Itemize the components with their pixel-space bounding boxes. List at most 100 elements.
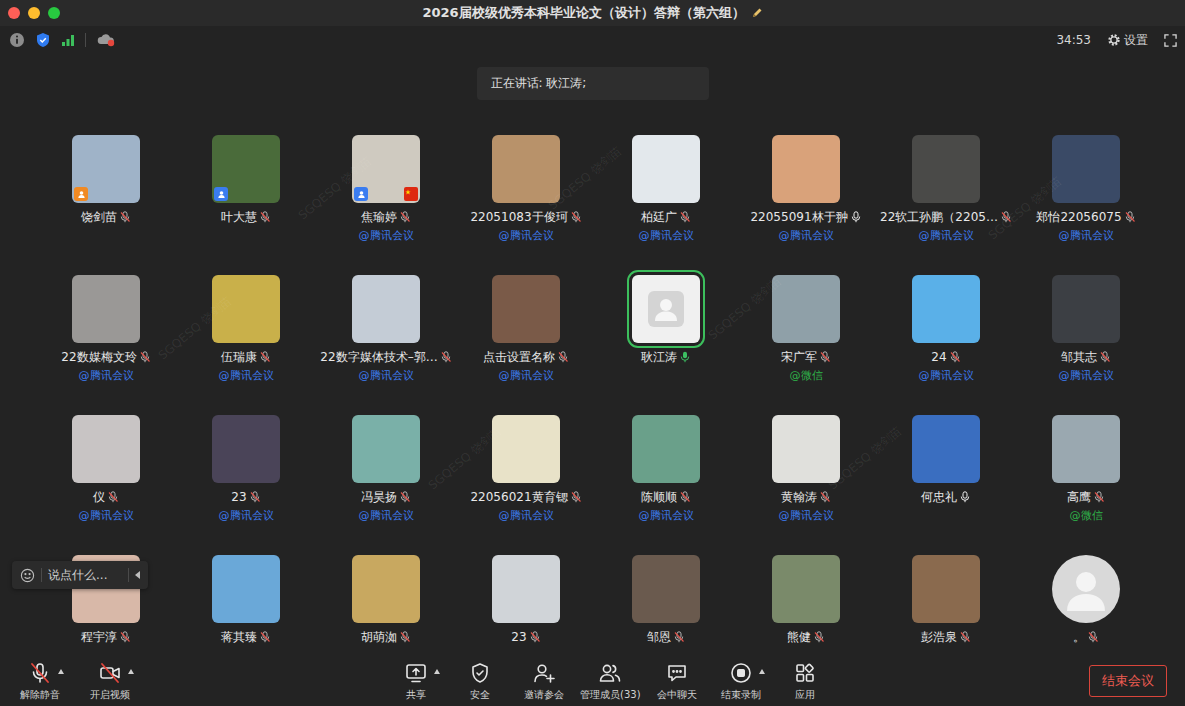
participant-tile[interactable]: 点击设置名称 @腾讯会议	[456, 275, 596, 415]
participant-name: 熊健	[787, 629, 811, 645]
participant-source: @腾讯会议	[219, 508, 274, 523]
participant-tile[interactable]: 邹恩	[596, 555, 736, 656]
participant-name: 22软工孙鹏（2205…	[880, 209, 998, 225]
participant-tile[interactable]: 陈顺顺 @腾讯会议	[596, 415, 736, 555]
participant-tile[interactable]: 仪 @腾讯会议	[36, 415, 176, 555]
window-title: 2026届校级优秀本科毕业论文（设计）答辩（第六组）	[422, 4, 762, 22]
participant-name: 22数媒梅文玲	[61, 349, 136, 365]
shield-icon[interactable]	[35, 32, 51, 48]
cloud-record-icon[interactable]	[96, 32, 116, 48]
participant-tile[interactable]: 黄翰涛 @腾讯会议	[736, 415, 876, 555]
avatar	[912, 415, 980, 483]
gear-icon	[1107, 33, 1121, 47]
participant-tile[interactable]: 耿江涛	[596, 275, 736, 415]
participant-tile[interactable]: 22数字媒体技术–郭… @腾讯会议	[316, 275, 456, 415]
menu-caret-icon[interactable]	[759, 669, 765, 674]
participant-name: 程宇淳	[81, 629, 117, 645]
toolbar-label: 解除静音	[20, 688, 60, 701]
participant-tile[interactable]: 蒋其臻	[176, 555, 316, 656]
participant-name: 陈顺顺	[641, 489, 677, 505]
invite-button[interactable]: 邀请参会	[516, 661, 572, 701]
pen-icon	[751, 7, 763, 19]
avatar	[212, 555, 280, 623]
share-button[interactable]: 共享	[388, 661, 444, 701]
participant-tile[interactable]: 22软工孙鹏（2205… @腾讯会议	[876, 135, 1016, 275]
emoji-icon[interactable]	[20, 568, 35, 583]
participant-name: 23	[511, 629, 526, 645]
fullscreen-icon[interactable]	[1164, 34, 1177, 47]
muted-mic-icon	[949, 351, 961, 363]
participant-tile[interactable]: 熊健	[736, 555, 876, 656]
participant-source: @腾讯会议	[499, 368, 554, 383]
muted-mic-icon	[1124, 211, 1136, 223]
participant-tile[interactable]: 冯昊扬 @腾讯会议	[316, 415, 456, 555]
participant-tile[interactable]: 胡萌洳	[316, 555, 456, 656]
participant-tile[interactable]: 23	[456, 555, 596, 656]
chat-button[interactable]: 会中聊天	[649, 661, 705, 701]
participant-source: @腾讯会议	[359, 508, 414, 523]
default-avatar-icon	[1052, 555, 1120, 623]
participant-tile[interactable]: 饶剑苗	[36, 135, 176, 275]
settings-button[interactable]: 设置	[1107, 32, 1148, 49]
menu-caret-icon[interactable]	[128, 669, 134, 674]
zoom-light-icon[interactable]	[48, 7, 60, 19]
participant-tile[interactable]: 22051083于俊珂 @腾讯会议	[456, 135, 596, 275]
security-button[interactable]: 安全	[452, 661, 508, 701]
default-avatar-icon	[632, 275, 700, 343]
participant-tile[interactable]: 。	[1016, 555, 1156, 656]
avatar	[632, 555, 700, 623]
invite-icon	[532, 661, 556, 685]
participant-name: 饶剑苗	[81, 209, 117, 225]
participant-tile[interactable]: 叶大慧	[176, 135, 316, 275]
toolbar-label: 应用	[795, 688, 815, 701]
video-button[interactable]: 开启视频	[82, 661, 138, 701]
participant-name: 22051083于俊珂	[470, 209, 567, 225]
participant-tile[interactable]: 22056021黄育锶 @腾讯会议	[456, 415, 596, 555]
minimize-light-icon[interactable]	[28, 7, 40, 19]
watermark: SGQESQ 饶剑苗	[825, 423, 906, 494]
participant-tile[interactable]: 焦瑜婷 @腾讯会议	[316, 135, 456, 275]
participant-source: @腾讯会议	[499, 508, 554, 523]
muted-mic-icon	[139, 351, 151, 363]
avatar	[352, 555, 420, 623]
watermark: SGQESQ 饶剑苗	[295, 153, 376, 224]
participant-source: @腾讯会议	[779, 508, 834, 523]
collapse-arrow-icon[interactable]	[135, 571, 140, 579]
participant-source: @微信	[790, 368, 823, 383]
avatar	[492, 275, 560, 343]
participant-tile[interactable]: 23 @腾讯会议	[176, 415, 316, 555]
participant-name: 冯昊扬	[361, 489, 397, 505]
host-badge-icon	[74, 187, 88, 201]
avatar	[212, 415, 280, 483]
menu-caret-icon[interactable]	[434, 669, 440, 674]
security-icon	[468, 661, 492, 685]
info-icon[interactable]	[9, 32, 25, 48]
participant-name: 耿江涛	[641, 349, 677, 365]
muted-mic-icon	[1000, 211, 1012, 223]
participant-tile[interactable]: 伍瑞康 @腾讯会议	[176, 275, 316, 415]
toolbar-label: 安全	[470, 688, 490, 701]
participant-tile[interactable]: 22055091林于翀 @腾讯会议	[736, 135, 876, 275]
participant-tile[interactable]: 彭浩泉	[876, 555, 1016, 656]
participant-tile[interactable]: 何忠礼	[876, 415, 1016, 555]
muted-mic-icon	[819, 491, 831, 503]
members-button[interactable]: 管理成员(33)	[580, 661, 641, 701]
participant-tile[interactable]: 高鹰 @微信	[1016, 415, 1156, 555]
participant-tile[interactable]: 宋广军 @微信	[736, 275, 876, 415]
chat-input[interactable]: 说点什么...	[12, 561, 148, 589]
muted-mic-icon	[1087, 631, 1099, 643]
apps-button[interactable]: 应用	[777, 661, 833, 701]
end-meeting-button[interactable]: 结束会议	[1089, 665, 1167, 697]
participant-tile[interactable]: 24 @腾讯会议	[876, 275, 1016, 415]
mic-button[interactable]: 解除静音	[12, 661, 68, 701]
avatar	[632, 135, 700, 203]
record-button[interactable]: 结束录制	[713, 661, 769, 701]
participant-tile[interactable]: 柏廷广 @腾讯会议	[596, 135, 736, 275]
close-light-icon[interactable]	[8, 7, 20, 19]
participant-name: 22056021黄育锶	[470, 489, 567, 505]
participant-tile[interactable]: 郑怡22056075 @腾讯会议	[1016, 135, 1156, 275]
participant-tile[interactable]: 22数媒梅文玲 @腾讯会议	[36, 275, 176, 415]
participant-tile[interactable]: 邹其志 @腾讯会议	[1016, 275, 1156, 415]
muted-mic-icon	[1099, 351, 1111, 363]
menu-caret-icon[interactable]	[58, 669, 64, 674]
